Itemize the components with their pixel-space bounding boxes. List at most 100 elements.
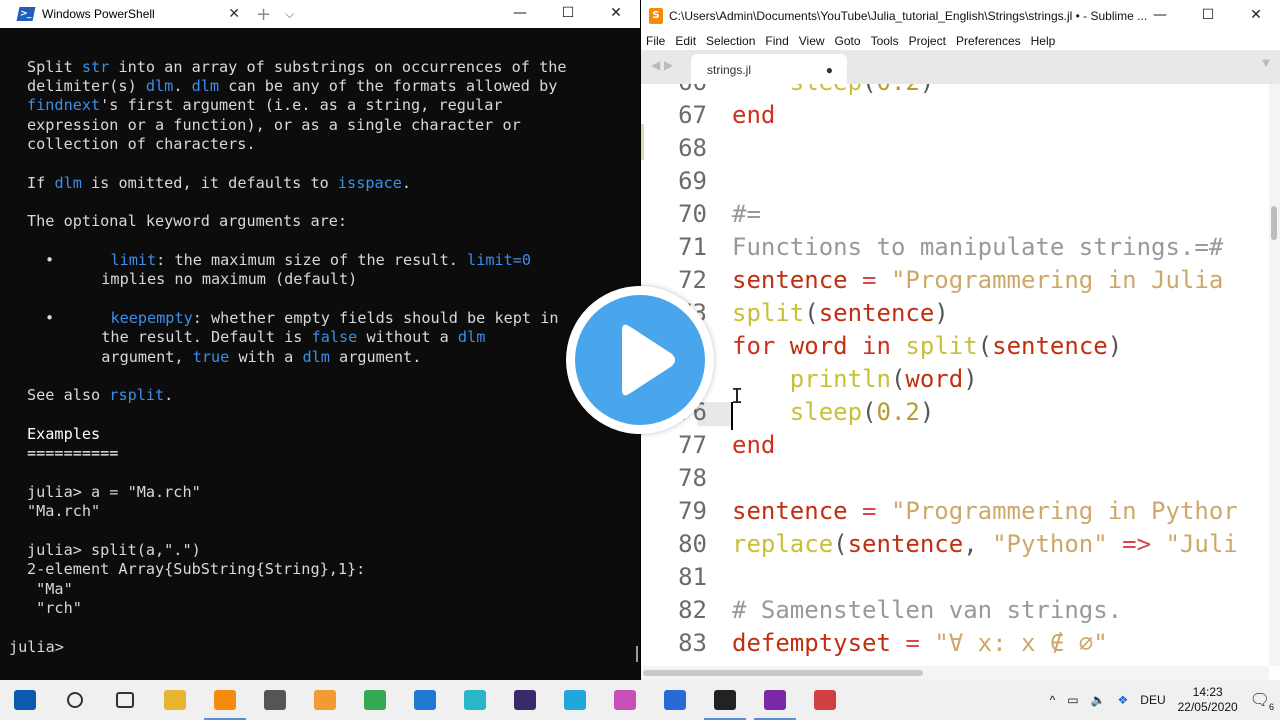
code-line[interactable]: sentence = "Programmering in Pythor	[732, 497, 1238, 525]
tex-app-icon[interactable]	[500, 680, 550, 720]
text-segment: split	[732, 299, 805, 327]
text-segment	[83, 309, 110, 327]
code-line[interactable]: split(sentence)	[732, 299, 949, 327]
text-segment: )	[920, 84, 934, 96]
clock-app-icon[interactable]	[250, 680, 300, 720]
tab-menu-arrow-icon[interactable]: ▼	[1262, 58, 1270, 69]
onenote-icon[interactable]	[750, 680, 800, 720]
play-button[interactable]	[566, 286, 714, 434]
minimize-button[interactable]: —	[496, 0, 544, 28]
text-segment: limit=0	[467, 251, 532, 269]
dropbox-icon[interactable]: ❖	[1118, 693, 1129, 707]
close-button[interactable]: ✕	[592, 0, 640, 28]
text-segment: .	[173, 77, 192, 95]
menu-file[interactable]: File	[646, 34, 665, 48]
tab-nav-arrows-icon[interactable]: ◀ ▶	[651, 58, 673, 72]
app-dots-icon[interactable]	[800, 680, 850, 720]
powershell-console-output[interactable]: Split str into an array of substrings on…	[0, 28, 640, 680]
powershell-window-controls: — ☐ ✕	[496, 0, 640, 28]
code-line[interactable]: end	[732, 101, 775, 129]
text-segment: limit	[110, 251, 157, 269]
menu-selection[interactable]: Selection	[706, 34, 755, 48]
horizontal-scrollbar[interactable]	[641, 666, 1269, 680]
scrollbar-thumb[interactable]	[1271, 206, 1277, 240]
menu-project[interactable]: Project	[909, 34, 946, 48]
new-tab-icon[interactable]: +	[256, 4, 271, 25]
console-line: "Ma.rch"	[27, 502, 100, 521]
notification-center-icon[interactable]: 🗨 6	[1250, 690, 1274, 712]
text-segment: )	[963, 365, 978, 393]
code-line[interactable]: replace(sentence, "Python" => "Juli	[732, 530, 1238, 558]
text-segment: "Python"	[992, 530, 1108, 558]
text-segment: word	[775, 332, 848, 360]
chevron-down-icon[interactable]: ⌵	[285, 7, 294, 22]
console-line: keepempty: whether empty fields should b…	[83, 309, 558, 328]
menu-goto[interactable]: Goto	[835, 34, 861, 48]
app-glyph	[67, 692, 83, 708]
unsaved-dot-icon[interactable]: ●	[826, 54, 833, 86]
text-segment: isspace	[337, 174, 402, 192]
menu-view[interactable]: View	[799, 34, 825, 48]
menu-edit[interactable]: Edit	[675, 34, 696, 48]
menu-find[interactable]: Find	[765, 34, 788, 48]
app-cyan-icon[interactable]	[550, 680, 600, 720]
scrollbar-thumb[interactable]	[643, 670, 923, 676]
vertical-scrollbar[interactable]	[1269, 84, 1280, 666]
start-icon[interactable]	[0, 680, 50, 720]
app-blue-icon[interactable]	[650, 680, 700, 720]
code-line[interactable]: println(word)	[732, 365, 978, 393]
clock[interactable]: 14:23 22/05/2020	[1178, 685, 1238, 715]
close-button[interactable]: ✕	[1232, 2, 1280, 30]
menu-tools[interactable]: Tools	[871, 34, 899, 48]
calendar-app-icon[interactable]	[600, 680, 650, 720]
edge-icon[interactable]	[400, 680, 450, 720]
language-indicator[interactable]: DEU	[1140, 693, 1165, 707]
text-segment: julia> split(a,".")	[27, 541, 201, 559]
code-line[interactable]: Functions to manipulate strings.=#	[732, 233, 1223, 261]
text-segment: "Ma"	[27, 580, 73, 598]
powershell-icon: >_	[16, 7, 36, 21]
code-editor[interactable]: 66 sleep(0.2)67end686970#=71Functions to…	[641, 84, 1269, 666]
line-number: 81	[678, 563, 707, 591]
app-orange-icon[interactable]	[300, 680, 350, 720]
menu-help[interactable]: Help	[1031, 34, 1056, 48]
close-tab-icon[interactable]: ✕	[228, 6, 240, 22]
code-line[interactable]: sentence = "Programmering in Julia	[732, 266, 1223, 294]
task-view-icon[interactable]	[100, 680, 150, 720]
volume-icon[interactable]: 🔈	[1091, 693, 1106, 707]
console-line: "Ma"	[27, 580, 73, 599]
clock-date: 22/05/2020	[1177, 700, 1238, 714]
text-segment: =	[847, 266, 891, 294]
system-tray: ^ ▭ 🔈 ❖ DEU 14:23 22/05/2020 🗨 6	[1050, 680, 1280, 720]
chrome-icon[interactable]	[350, 680, 400, 720]
app-glyph	[214, 690, 236, 710]
sublime-tabbar: ◀ ▶ strings.jl ● ▼	[641, 50, 1280, 84]
sublime-text-icon[interactable]	[200, 680, 250, 720]
sketch-app-icon[interactable]	[450, 680, 500, 720]
text-segment: "rch"	[27, 599, 82, 617]
search-icon[interactable]	[50, 680, 100, 720]
text-segment: end	[732, 101, 776, 129]
code-line[interactable]: end	[732, 431, 775, 459]
menu-preferences[interactable]: Preferences	[956, 34, 1021, 48]
minimize-button[interactable]: —	[1136, 2, 1184, 30]
maximize-button[interactable]: ☐	[1184, 2, 1232, 30]
code-line[interactable]: #=	[732, 200, 761, 228]
code-line[interactable]: sleep(0.2)	[732, 398, 935, 426]
text-segment: : whether empty fields should be kept in	[192, 309, 559, 327]
text-segment: split	[890, 332, 978, 360]
text-segment: : the maximum size of the result.	[156, 251, 468, 269]
tab-strings-jl[interactable]: strings.jl ●	[691, 54, 847, 84]
code-line[interactable]: defemptyset = "∀ x: x ∉ ∅"	[732, 629, 1108, 657]
code-line[interactable]: for word in split(sentence)	[732, 332, 1122, 360]
code-line[interactable]: # Samenstellen van strings.	[732, 596, 1122, 624]
console-line: julia>	[9, 638, 64, 657]
tray-chevron-icon[interactable]: ^	[1050, 693, 1056, 707]
code-line[interactable]: sleep(0.2)	[732, 84, 935, 96]
maximize-button[interactable]: ☐	[544, 0, 592, 28]
file-explorer-icon[interactable]	[150, 680, 200, 720]
sublime-app-icon: S	[649, 7, 663, 24]
powershell-tab[interactable]: >_ Windows PowerShell ✕	[0, 0, 246, 28]
terminal-icon[interactable]	[700, 680, 750, 720]
battery-icon[interactable]: ▭	[1067, 693, 1078, 707]
